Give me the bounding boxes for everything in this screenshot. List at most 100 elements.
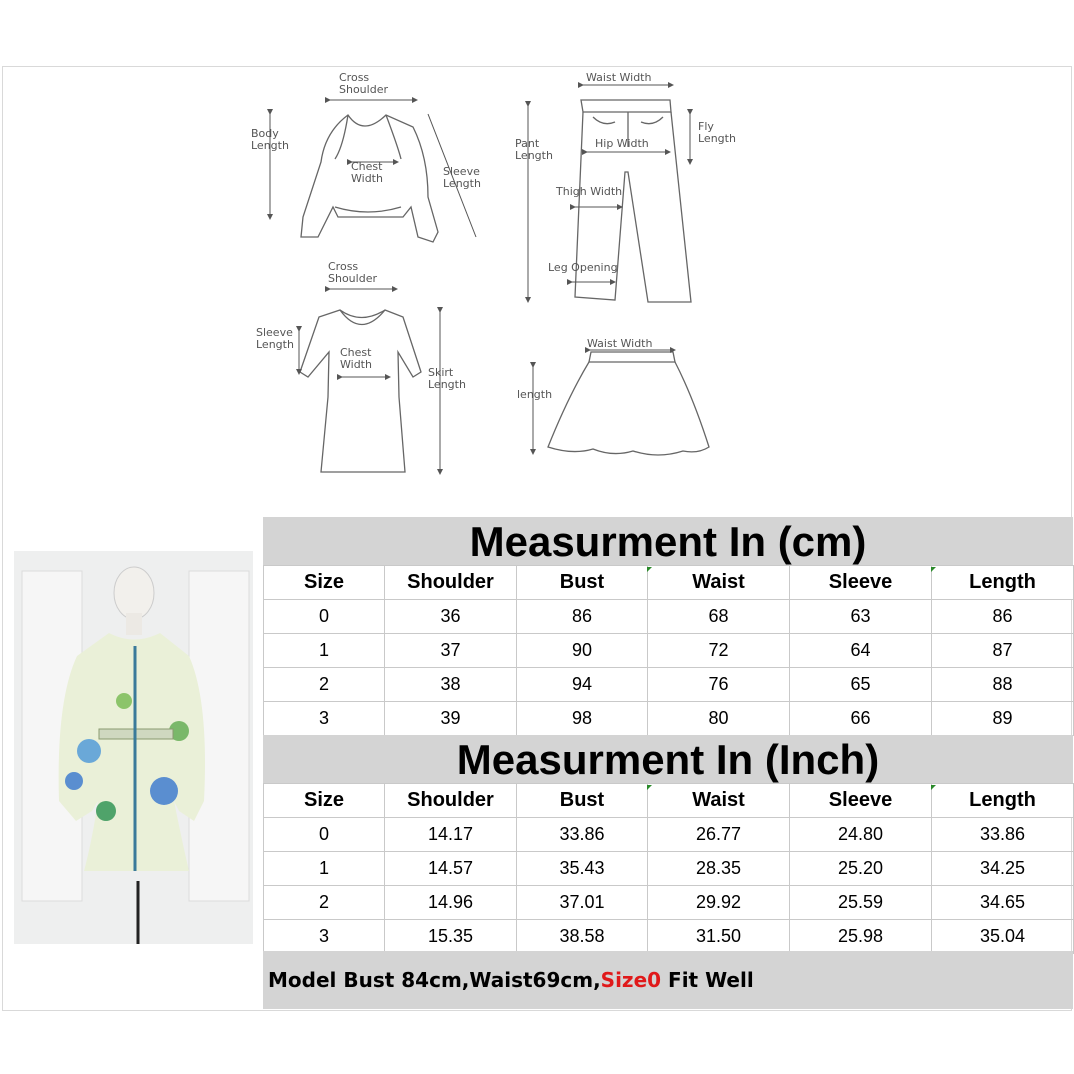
cell-size: 3 xyxy=(263,701,385,736)
label-body-length-2: Length xyxy=(251,139,289,152)
table-row: 2 14.96 37.01 29.92 25.59 34.65 xyxy=(263,885,1074,920)
model-fit-text: Model Bust 84cm,Waist69cm, xyxy=(268,968,601,992)
table-row: 1 14.57 35.43 28.35 25.20 34.25 xyxy=(263,851,1074,886)
header-waist: Waist xyxy=(647,565,790,600)
table-row: 3 15.35 38.58 31.50 25.98 35.04 xyxy=(263,919,1074,954)
label-thigh-width: Thigh Width xyxy=(555,185,622,198)
label-skirt-length: length xyxy=(517,388,552,401)
table-header-row: Size Shoulder Bust Waist Sleeve Length xyxy=(263,783,1074,818)
cell-size: 1 xyxy=(263,851,385,886)
cell-sleeve: 65 xyxy=(789,667,932,702)
label-top-chest-width-2: Width xyxy=(351,172,383,185)
cell-shoulder: 15.35 xyxy=(384,919,517,954)
comment-marker-icon xyxy=(647,567,652,572)
table-row: 0 36 86 68 63 86 xyxy=(263,599,1074,634)
cell-size: 2 xyxy=(263,885,385,920)
label-pant-length-2: Length xyxy=(515,149,553,162)
cell-shoulder: 38 xyxy=(384,667,517,702)
skirt-sketch xyxy=(547,351,710,456)
cell-length: 87 xyxy=(931,633,1074,668)
cell-bust: 37.01 xyxy=(516,885,648,920)
cell-length: 34.25 xyxy=(931,851,1074,886)
cell-size: 3 xyxy=(263,919,385,954)
comment-marker-icon xyxy=(647,785,652,790)
label-fly-length-2: Length xyxy=(698,132,736,145)
cell-shoulder: 14.17 xyxy=(384,817,517,852)
cell-sleeve: 25.59 xyxy=(789,885,932,920)
table-row: 2 38 94 76 65 88 xyxy=(263,667,1074,702)
cell-sleeve: 64 xyxy=(789,633,932,668)
cell-size: 2 xyxy=(263,667,385,702)
label-hip-width: Hip Width xyxy=(595,137,649,150)
comment-marker-icon xyxy=(931,785,936,790)
cell-sleeve: 63 xyxy=(789,599,932,634)
label-dress-chest-width-2: Width xyxy=(340,358,372,371)
comment-marker-icon xyxy=(931,567,936,572)
table-row: 0 14.17 33.86 26.77 24.80 33.86 xyxy=(263,817,1074,852)
table-row: 1 37 90 72 64 87 xyxy=(263,633,1074,668)
cell-waist: 26.77 xyxy=(647,817,790,852)
table-header-row: Size Shoulder Bust Waist Sleeve Length xyxy=(263,565,1074,600)
cell-size: 1 xyxy=(263,633,385,668)
cell-bust: 38.58 xyxy=(516,919,648,954)
label-dress-sleeve-length-2: Length xyxy=(256,338,294,351)
cell-waist: 29.92 xyxy=(647,885,790,920)
cm-section-title: Measurment In (cm) xyxy=(263,517,1073,567)
cell-sleeve: 25.98 xyxy=(789,919,932,954)
table-row: 3 39 98 80 66 89 xyxy=(263,701,1074,736)
cell-waist: 28.35 xyxy=(647,851,790,886)
header-sleeve: Sleeve xyxy=(789,565,932,600)
cell-waist: 76 xyxy=(647,667,790,702)
cell-bust: 33.86 xyxy=(516,817,648,852)
cell-waist: 31.50 xyxy=(647,919,790,954)
cell-length: 88 xyxy=(931,667,1074,702)
cell-length: 34.65 xyxy=(931,885,1074,920)
cell-bust: 94 xyxy=(516,667,648,702)
header-sleeve: Sleeve xyxy=(789,783,932,818)
cell-size: 0 xyxy=(263,599,385,634)
model-fit-note: Model Bust 84cm,Waist69cm,Size0 Fit Well xyxy=(263,951,1073,1009)
cell-bust: 86 xyxy=(516,599,648,634)
cm-measurement-table: Size Shoulder Bust Waist Sleeve Length 0… xyxy=(263,565,1074,736)
cell-shoulder: 39 xyxy=(384,701,517,736)
cell-bust: 35.43 xyxy=(516,851,648,886)
label-top-sleeve-length-2: Length xyxy=(443,177,481,190)
header-waist: Waist xyxy=(647,783,790,818)
cell-length: 33.86 xyxy=(931,817,1074,852)
cell-sleeve: 24.80 xyxy=(789,817,932,852)
cell-shoulder: 36 xyxy=(384,599,517,634)
garment-sketches: Cross Shoulder Body Length Chest Width S… xyxy=(251,71,736,475)
product-photo xyxy=(14,551,253,944)
cell-shoulder: 37 xyxy=(384,633,517,668)
header-shoulder: Shoulder xyxy=(384,783,517,818)
dress-sketch xyxy=(299,309,422,473)
cell-length: 86 xyxy=(931,599,1074,634)
cell-sleeve: 66 xyxy=(789,701,932,736)
model-fit-size: Size0 xyxy=(600,968,662,992)
model-fit-suffix: Fit Well xyxy=(661,968,754,992)
cell-shoulder: 14.57 xyxy=(384,851,517,886)
cell-waist: 80 xyxy=(647,701,790,736)
cell-waist: 68 xyxy=(647,599,790,634)
cell-sleeve: 25.20 xyxy=(789,851,932,886)
header-size: Size xyxy=(263,565,385,600)
cell-length: 89 xyxy=(931,701,1074,736)
cell-waist: 72 xyxy=(647,633,790,668)
header-bust: Bust xyxy=(516,783,648,818)
header-bust: Bust xyxy=(516,565,648,600)
label-skirt-waist-width: Waist Width xyxy=(587,337,652,350)
label-leg-opening: Leg Opening xyxy=(548,261,618,274)
inch-section-title: Measurment In (Inch) xyxy=(263,735,1073,783)
label-dress-cross-shoulder-2: Shoulder xyxy=(328,272,377,285)
cell-shoulder: 14.96 xyxy=(384,885,517,920)
mannequin-dress-image xyxy=(14,551,253,944)
cell-length: 35.04 xyxy=(931,919,1074,954)
label-top-cross-shoulder-2: Shoulder xyxy=(339,83,388,96)
label-pant-waist-width: Waist Width xyxy=(586,71,651,84)
cell-bust: 98 xyxy=(516,701,648,736)
measurement-diagrams: Cross Shoulder Body Length Chest Width S… xyxy=(3,67,1071,515)
label-skirt-length-2: Length xyxy=(428,378,466,391)
header-size: Size xyxy=(263,783,385,818)
header-length: Length xyxy=(931,565,1074,600)
cell-bust: 90 xyxy=(516,633,648,668)
